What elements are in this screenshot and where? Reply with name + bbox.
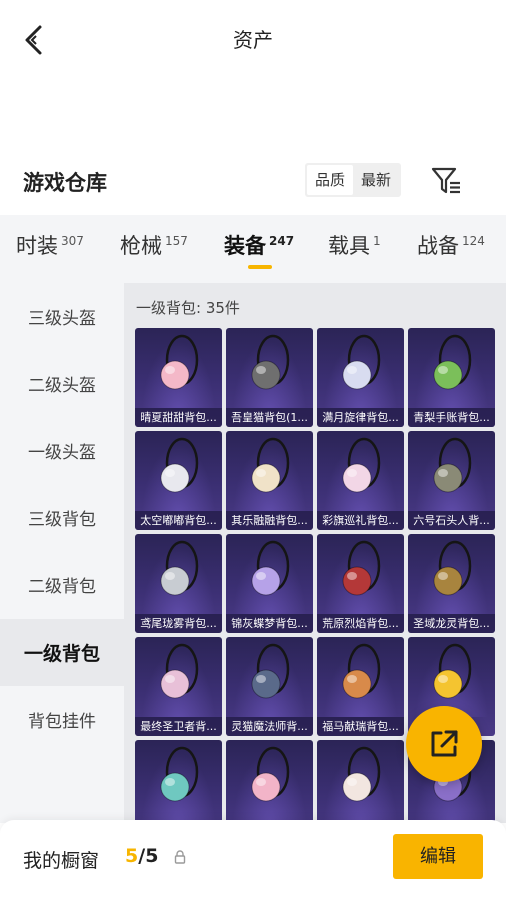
category-tabs: 时装 307 枪械 157 装备 247 载具 1 战备 124 (0, 215, 506, 283)
item-card[interactable]: 圣域龙灵背包... (408, 534, 495, 633)
item-card[interactable]: 满月旋律背包... (317, 328, 404, 427)
item-name: 太空嘟嘟背包... (135, 511, 222, 530)
magic-orb-backpack-icon (251, 643, 290, 699)
cream-bunny-backpack-icon (251, 437, 290, 493)
flag-bunny-backpack-icon (342, 437, 381, 493)
sort-toggle: 品质 最新 (305, 163, 402, 197)
sort-latest-button[interactable]: 最新 (353, 165, 399, 195)
teal-pouch-backpack-icon (160, 746, 199, 802)
section-title: 一级背包: 35件 (136, 299, 240, 317)
sidebar-item-level2-backpack[interactable]: 二级背包 (0, 551, 124, 618)
showcase-count: 5/5 (125, 845, 158, 867)
warehouse-title: 游戏仓库 (23, 171, 107, 195)
item-card[interactable]: 鸢尾珑雾背包... (135, 534, 222, 633)
item-name: 福马献瑞背包... (317, 717, 404, 736)
sidebar-item-level3-backpack[interactable]: 三级背包 (0, 484, 124, 551)
showcase-label: 我的橱窗 (23, 850, 100, 872)
lock-icon (174, 850, 186, 864)
edit-button[interactable]: 编辑 (393, 834, 483, 879)
item-name: 其乐融融背包... (226, 511, 313, 530)
tab-count: 124 (462, 234, 485, 248)
subcategory-sidebar: 三级头盔 二级头盔 一级头盔 三级背包 二级背包 一级背包 背包挂件 (0, 283, 124, 823)
tab-label: 战备 (417, 234, 459, 258)
tab-count: 247 (269, 234, 295, 248)
share-button[interactable] (406, 706, 482, 782)
showcase-bar: 我的橱窗 5/5 编辑 (0, 820, 506, 897)
item-name: 灵猫魔法师背... (226, 717, 313, 736)
item-card[interactable]: 最终圣卫者背... (135, 637, 222, 736)
space-robot-backpack-icon (160, 437, 199, 493)
tab-fashion[interactable]: 时装 307 (16, 231, 84, 261)
bat-cat-backpack-icon (342, 746, 381, 802)
item-card[interactable]: 灵猫魔法师背... (226, 637, 313, 736)
item-name: 最终圣卫者背... (135, 717, 222, 736)
assets-page: 资产 游戏仓库 品质 最新 时装 307 枪械 157 装备 247 载具 1 … (0, 0, 506, 897)
item-card[interactable] (226, 740, 313, 823)
pineapple-backpack-icon (433, 643, 472, 699)
tab-vehicles[interactable]: 载具 1 (328, 231, 381, 261)
showcase-current-count: 5 (125, 845, 139, 867)
item-card[interactable] (317, 740, 404, 823)
dragon-shield-backpack-icon (433, 540, 472, 596)
stone-golem-backpack-icon (433, 437, 472, 493)
item-card[interactable]: 其乐融融背包... (226, 431, 313, 530)
item-name: 鸢尾珑雾背包... (135, 614, 222, 633)
flame-mask-backpack-icon (342, 540, 381, 596)
share-external-icon (431, 730, 458, 757)
item-card[interactable]: 彩旗巡礼背包... (317, 431, 404, 530)
item-card[interactable]: 晴夏甜甜背包... (135, 328, 222, 427)
page-title: 资产 (233, 28, 273, 52)
tab-label: 时装 (16, 234, 58, 258)
item-card[interactable]: 青梨手账背包... (408, 328, 495, 427)
item-card[interactable]: 锦灰蝶梦背包... (226, 534, 313, 633)
active-tab-indicator (248, 265, 272, 269)
tab-count: 307 (61, 234, 84, 248)
tab-count: 1 (373, 234, 381, 248)
pink-bunny-backpack-icon (160, 334, 199, 390)
item-name: 锦灰蝶梦背包... (226, 614, 313, 633)
item-name: 彩旗巡礼背包... (317, 511, 404, 530)
item-name: 晴夏甜甜背包... (135, 408, 222, 427)
cat-backpack-icon (251, 334, 290, 390)
tab-equipment[interactable]: 装备 247 (224, 231, 294, 261)
tab-label: 枪械 (120, 234, 162, 258)
pink-candy-backpack-icon (251, 746, 290, 802)
item-name: 满月旋律背包... (317, 408, 404, 427)
guardian-wings-backpack-icon (160, 643, 199, 699)
tab-label: 装备 (224, 234, 266, 258)
item-card[interactable]: 太空嘟嘟背包... (135, 431, 222, 530)
sidebar-item-level2-helmet[interactable]: 二级头盔 (0, 350, 124, 417)
sidebar-item-level1-backpack[interactable]: 一级背包 (0, 619, 124, 686)
tab-firearms[interactable]: 枪械 157 (120, 231, 188, 261)
pear-snail-backpack-icon (433, 334, 472, 390)
sidebar-item-level3-helmet[interactable]: 三级头盔 (0, 283, 124, 350)
moon-backpack-icon (342, 334, 381, 390)
tab-count: 157 (165, 234, 188, 248)
filter-icon (431, 167, 460, 194)
warehouse-header: 游戏仓库 品质 最新 (0, 155, 506, 213)
item-card[interactable]: 吾皇猫背包(1... (226, 328, 313, 427)
sort-quality-button[interactable]: 品质 (307, 165, 354, 195)
top-bar: 资产 (0, 0, 506, 80)
filter-button[interactable] (430, 165, 464, 197)
horse-backpack-icon (342, 643, 381, 699)
tab-label: 载具 (328, 234, 370, 258)
item-name: 青梨手账背包... (408, 408, 495, 427)
tab-combat-gear[interactable]: 战备 124 (417, 231, 485, 261)
iris-pouch-backpack-icon (160, 540, 199, 596)
butterfly-crystal-backpack-icon (251, 540, 290, 596)
item-name: 圣域龙灵背包... (408, 614, 495, 633)
showcase-max-count: 5 (145, 845, 159, 867)
item-name: 吾皇猫背包(1... (226, 408, 313, 427)
item-name: 六号石头人背... (408, 511, 495, 530)
item-card[interactable] (135, 740, 222, 823)
sidebar-item-backpack-charm[interactable]: 背包挂件 (0, 686, 124, 753)
item-card[interactable]: 荒原烈焰背包... (317, 534, 404, 633)
sidebar-item-level1-helmet[interactable]: 一级头盔 (0, 417, 124, 484)
item-name: 荒原烈焰背包... (317, 614, 404, 633)
item-card[interactable]: 福马献瑞背包... (317, 637, 404, 736)
item-card[interactable]: 六号石头人背... (408, 431, 495, 530)
